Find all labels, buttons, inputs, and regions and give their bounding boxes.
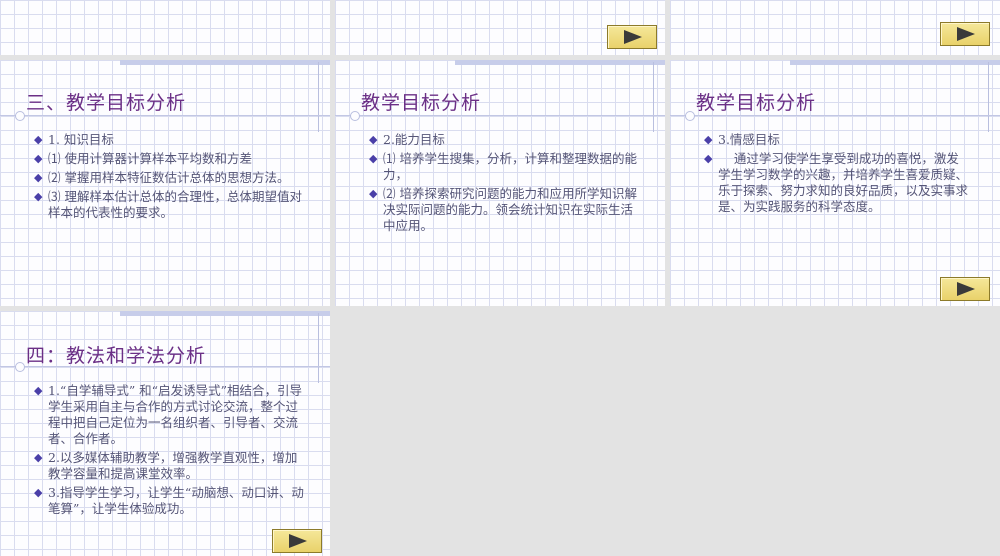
slide-deco-circle bbox=[15, 111, 25, 121]
list-item-text: 1. 知识目标 bbox=[48, 132, 114, 147]
diamond-bullet-icon: ◆ bbox=[34, 133, 43, 146]
slide-body: ◆ 1.“自学辅导式” 和“启发诱导式”相结合，引导学生采用自主与合作的方式讨论交… bbox=[34, 383, 308, 520]
diamond-bullet-icon: ◆ bbox=[369, 187, 378, 200]
list-item-text: ⑴ 培养学生搜集，分析，计算和整理数据的能力， bbox=[383, 151, 637, 182]
slide-teaching-goals-2: 教学目标分析 ◆ 2.能力目标 ◆ ⑴ 培养学生搜集，分析，计算和整理数据的能力， … bbox=[335, 60, 665, 306]
slide-horizontal-rule bbox=[335, 115, 665, 116]
list-item-text: ⑴ 使用计算器计算样本平均数和方差 bbox=[48, 151, 252, 166]
play-triangle-icon bbox=[957, 27, 975, 41]
diamond-bullet-icon: ◆ bbox=[369, 152, 378, 165]
next-slide-button[interactable] bbox=[940, 277, 990, 301]
list-item: ◆ ⑵ 培养探索研究问题的能力和应用所学知识解决实际问题的能力。领会统计知识在实际… bbox=[369, 186, 639, 234]
diamond-bullet-icon: ◆ bbox=[704, 152, 713, 165]
list-item-text: 3.情感目标 bbox=[718, 132, 780, 147]
slide-deco-circle bbox=[685, 111, 695, 121]
slide-top-bar bbox=[120, 311, 330, 316]
list-item: ◆ 2.能力目标 bbox=[369, 132, 639, 148]
list-item: ◆ ⑵ 掌握用样本特征数估计总体的思想方法。 bbox=[34, 170, 304, 186]
slide-top-2 bbox=[335, 0, 665, 55]
slide-top-bar bbox=[120, 60, 330, 65]
slide-title: 教学目标分析 bbox=[696, 92, 817, 114]
slide-title: 四：教法和学法分析 bbox=[26, 345, 207, 367]
list-item-text: 2.以多媒体辅助教学，增强教学直观性，增加教学容量和提高课堂效率。 bbox=[48, 450, 298, 481]
list-item-text: 1.“自学辅导式” 和“启发诱导式”相结合，引导学生采用自主与合作的方式讨论交流… bbox=[48, 383, 302, 446]
slide-teaching-goals-3: 教学目标分析 ◆ 3.情感目标 ◆ 通过学习使学生享受到成功的喜悦，激发学生学习数… bbox=[670, 60, 1000, 306]
slide-body: ◆ 1. 知识目标 ◆ ⑴ 使用计算器计算样本平均数和方差 ◆ ⑵ 掌握用样本特征数估… bbox=[34, 132, 304, 224]
list-item-text: ⑶ 理解样本估计总体的合理性，总体期望值对样本的代表性的要求。 bbox=[48, 189, 302, 220]
slide-vertical-rule bbox=[653, 62, 654, 132]
list-item-text: 3.指导学生学习，让学生“动脑想、动口讲、动笔算”，让学生体验成功。 bbox=[48, 485, 304, 516]
slide-vertical-rule bbox=[988, 62, 989, 132]
list-item: ◆ 2.以多媒体辅助教学，增强教学直观性，增加教学容量和提高课堂效率。 bbox=[34, 450, 308, 482]
diamond-bullet-icon: ◆ bbox=[34, 152, 43, 165]
play-triangle-icon bbox=[289, 534, 307, 548]
slide-deco-circle bbox=[350, 111, 360, 121]
diamond-bullet-icon: ◆ bbox=[34, 486, 43, 499]
slide-horizontal-rule bbox=[670, 115, 1000, 116]
diamond-bullet-icon: ◆ bbox=[34, 384, 43, 397]
next-slide-button[interactable] bbox=[607, 25, 657, 49]
slide-vertical-rule bbox=[318, 62, 319, 132]
list-item: ◆ 通过学习使学生享受到成功的喜悦，激发学生学习数学的兴趣，并培养学生喜爱质疑、… bbox=[704, 151, 970, 215]
slide-top-bar bbox=[455, 60, 665, 65]
slide-deco-circle bbox=[15, 362, 25, 372]
diamond-bullet-icon: ◆ bbox=[34, 190, 43, 203]
list-item: ◆ ⑴ 使用计算器计算样本平均数和方差 bbox=[34, 151, 304, 167]
slide-top-3 bbox=[670, 0, 1000, 55]
slide-vertical-rule bbox=[318, 313, 319, 383]
slide-teaching-goals-1: 三、教学目标分析 ◆ 1. 知识目标 ◆ ⑴ 使用计算器计算样本平均数和方差 ◆ ⑵ … bbox=[0, 60, 330, 306]
diamond-bullet-icon: ◆ bbox=[34, 451, 43, 464]
diamond-bullet-icon: ◆ bbox=[704, 133, 713, 146]
play-triangle-icon bbox=[957, 282, 975, 296]
play-triangle-icon bbox=[624, 30, 642, 44]
slide-top-1 bbox=[0, 0, 330, 55]
slide-top-bar bbox=[790, 60, 1000, 65]
list-item-text: ⑵ 培养探索研究问题的能力和应用所学知识解决实际问题的能力。领会统计知识在实际生… bbox=[383, 186, 637, 233]
next-slide-button[interactable] bbox=[272, 529, 322, 553]
slide-body: ◆ 2.能力目标 ◆ ⑴ 培养学生搜集，分析，计算和整理数据的能力， ◆ ⑵ 培养探索… bbox=[369, 132, 639, 237]
list-item: ◆ ⑶ 理解样本估计总体的合理性，总体期望值对样本的代表性的要求。 bbox=[34, 189, 304, 221]
list-item-text: 通过学习使学生享受到成功的喜悦，激发学生学习数学的兴趣，并培养学生喜爱质疑、乐于… bbox=[718, 151, 969, 214]
slide-body: ◆ 3.情感目标 ◆ 通过学习使学生享受到成功的喜悦，激发学生学习数学的兴趣，并培… bbox=[704, 132, 970, 218]
next-slide-button[interactable] bbox=[940, 22, 990, 46]
list-item-text: ⑵ 掌握用样本特征数估计总体的思想方法。 bbox=[48, 170, 290, 185]
slide-title: 教学目标分析 bbox=[361, 92, 482, 114]
list-item: ◆ ⑴ 培养学生搜集，分析，计算和整理数据的能力， bbox=[369, 151, 639, 183]
slide-horizontal-rule bbox=[0, 115, 330, 116]
list-item: ◆ 3.指导学生学习，让学生“动脑想、动口讲、动笔算”，让学生体验成功。 bbox=[34, 485, 308, 517]
diamond-bullet-icon: ◆ bbox=[34, 171, 43, 184]
list-item: ◆ 1.“自学辅导式” 和“启发诱导式”相结合，引导学生采用自主与合作的方式讨论交… bbox=[34, 383, 308, 447]
list-item: ◆ 1. 知识目标 bbox=[34, 132, 304, 148]
empty-workspace bbox=[333, 311, 1000, 556]
list-item-text: 2.能力目标 bbox=[383, 132, 445, 147]
slide-title: 三、教学目标分析 bbox=[26, 92, 187, 114]
slide-teaching-methods: 四：教法和学法分析 ◆ 1.“自学辅导式” 和“启发诱导式”相结合，引导学生采用自… bbox=[0, 311, 330, 556]
list-item: ◆ 3.情感目标 bbox=[704, 132, 970, 148]
diamond-bullet-icon: ◆ bbox=[369, 133, 378, 146]
